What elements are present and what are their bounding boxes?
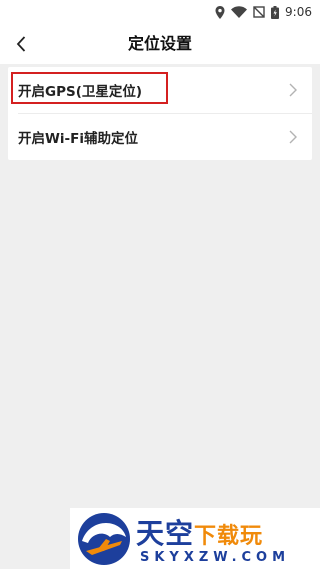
highlight-box: [11, 72, 168, 104]
watermark-logo-icon: [78, 513, 130, 565]
watermark-domain: SKYXZW.COM: [140, 550, 291, 565]
settings-card: 开启GPS(卫星定位) 开启Wi-Fi辅助定位: [8, 67, 312, 160]
watermark: 天空下载玩 SKYXZW.COM: [70, 508, 320, 569]
wifi-icon: [231, 6, 248, 18]
no-sim-icon: [253, 6, 265, 18]
settings-item-wifi[interactable]: 开启Wi-Fi辅助定位: [8, 114, 312, 160]
watermark-brand-main: 天空: [136, 517, 195, 550]
watermark-brand-accent: 下载玩: [194, 524, 264, 549]
app-header: 定位设置: [0, 24, 320, 64]
chevron-right-icon: [289, 83, 297, 97]
chevron-right-icon: [289, 130, 297, 144]
watermark-brand: 天空下载玩: [136, 512, 263, 552]
status-bar: 9:06: [0, 0, 320, 24]
location-icon: [215, 5, 225, 19]
status-time: 9:06: [285, 5, 312, 19]
battery-icon: [271, 5, 280, 19]
settings-item-label: 开启Wi-Fi辅助定位: [18, 131, 138, 147]
page-title: 定位设置: [127, 34, 192, 53]
status-icons: 9:06: [215, 3, 312, 21]
